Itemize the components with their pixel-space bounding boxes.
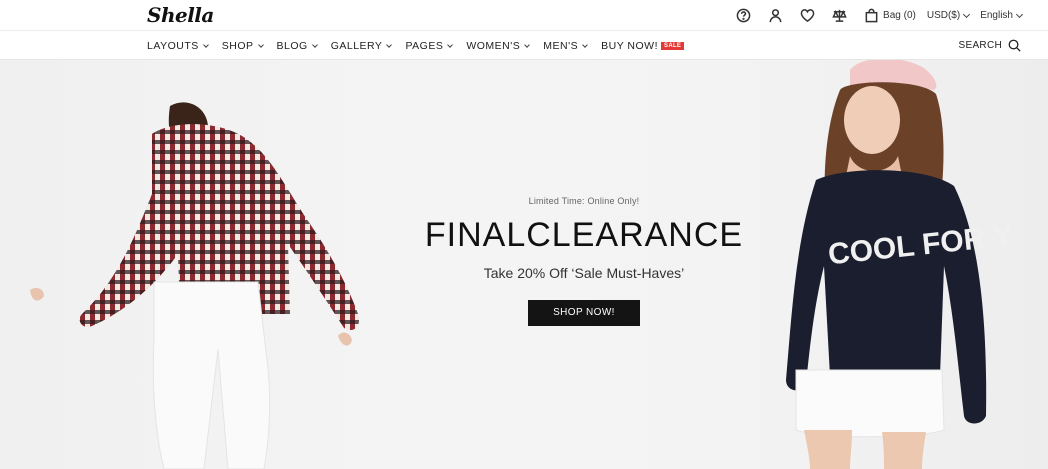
account-icon[interactable]: [767, 8, 783, 24]
header-tools: Bag (0) USD($) English: [719, 0, 1024, 31]
promo-block: Limited Time: Online Only! FINALCLEARANC…: [384, 196, 784, 326]
main-nav: LAYOUTS SHOP BLOG GALLERY PAGES WOMEN'S …: [0, 31, 1048, 60]
nav-item-gallery[interactable]: GALLERY: [330, 39, 393, 52]
nav-item-layouts[interactable]: LAYOUTS: [147, 39, 209, 52]
nav-label: SHOP: [221, 39, 254, 52]
search-toggle[interactable]: SEARCH: [959, 31, 1021, 60]
nav-item-shop[interactable]: SHOP: [221, 39, 264, 52]
chevron-down-icon: [257, 41, 264, 48]
top-bar: Shella Bag (0) USD($) English: [0, 0, 1048, 31]
promo-headline: FINALCLEARANCE: [424, 216, 744, 254]
nav-item-womens[interactable]: WOMEN'S: [466, 39, 531, 52]
wishlist-icon[interactable]: [799, 8, 815, 24]
currency-select[interactable]: USD($): [926, 10, 971, 21]
nav-menu: LAYOUTS SHOP BLOG GALLERY PAGES WOMEN'S …: [147, 31, 698, 60]
nav-item-buy-now[interactable]: BUY NOW! SALE: [601, 39, 685, 52]
nav-label: MEN'S: [543, 39, 579, 52]
bag-count[interactable]: Bag (0): [883, 10, 916, 21]
search-label: SEARCH: [958, 40, 1002, 51]
help-icon[interactable]: [735, 8, 751, 24]
chevron-down-icon: [1015, 10, 1024, 18]
promo-eyebrow: Limited Time: Online Only!: [528, 196, 640, 206]
chevron-down-icon: [582, 41, 588, 48]
chevron-down-icon: [311, 41, 318, 48]
chevron-down-icon: [963, 10, 971, 18]
promo-subline: Take 20% Off ‘Sale Must-Haves’: [483, 265, 685, 281]
nav-label: BLOG: [276, 39, 308, 52]
nav-label: PAGES: [405, 39, 444, 52]
nav-item-mens[interactable]: MEN'S: [543, 39, 588, 52]
sale-badge: SALE: [661, 41, 685, 50]
chevron-down-icon: [386, 41, 393, 48]
chevron-down-icon: [202, 41, 209, 48]
language-select[interactable]: English: [980, 10, 1024, 21]
bag-icon[interactable]: [863, 8, 879, 24]
nav-label: GALLERY: [330, 39, 383, 52]
nav-item-pages[interactable]: PAGES: [405, 39, 454, 52]
model-right-image: COOL FOR YOU: [786, 60, 1010, 469]
model-left-image: [30, 102, 360, 469]
shop-now-button[interactable]: SHOP NOW!: [528, 300, 640, 326]
chevron-down-icon: [447, 41, 454, 48]
nav-label: LAYOUTS: [147, 39, 199, 52]
language-value: English: [980, 10, 1013, 21]
compare-icon[interactable]: [831, 8, 847, 24]
currency-value: USD($): [926, 10, 961, 21]
hero-banner: COOL FOR YOU Limited Time: Online Only! …: [0, 60, 1048, 469]
search-icon: [1008, 39, 1021, 52]
nav-label: BUY NOW!: [601, 39, 659, 52]
nav-label: WOMEN'S: [466, 39, 521, 52]
chevron-down-icon: [524, 41, 531, 48]
nav-item-blog[interactable]: BLOG: [276, 39, 318, 52]
brand-logo[interactable]: Shella: [147, 3, 214, 27]
